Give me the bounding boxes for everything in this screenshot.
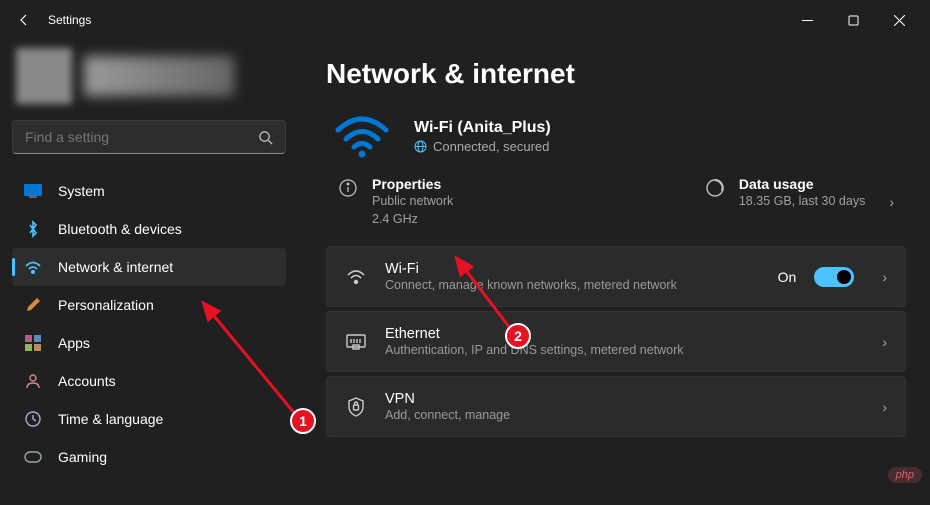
wifi-status-header: Wi-Fi (Anita_Plus) Connected, secured xyxy=(326,114,906,158)
wifi-name: Wi-Fi (Anita_Plus) xyxy=(414,119,551,137)
search-input[interactable] xyxy=(25,129,258,145)
sidebar-item-label: System xyxy=(58,183,105,199)
sidebar-item-accounts[interactable]: Accounts xyxy=(12,362,286,400)
sidebar-item-time[interactable]: Time & language xyxy=(12,400,286,438)
sidebar-item-personalization[interactable]: Personalization xyxy=(12,286,286,324)
back-arrow-icon xyxy=(16,12,32,28)
chevron-right-icon: › xyxy=(889,194,894,210)
page-title: Network & internet xyxy=(326,58,906,90)
sidebar-item-system[interactable]: System xyxy=(12,172,286,210)
sidebar-item-label: Network & internet xyxy=(58,259,173,275)
chevron-right-icon: › xyxy=(882,334,887,350)
watermark: php xyxy=(888,467,922,483)
user-name xyxy=(84,56,234,96)
data-usage-title: Data usage xyxy=(739,176,865,192)
wifi-toggle[interactable] xyxy=(814,267,854,287)
data-usage-icon xyxy=(705,178,725,198)
properties-band: 2.4 GHz xyxy=(372,210,453,228)
search-icon xyxy=(258,130,273,145)
ethernet-card-title: Ethernet xyxy=(385,326,854,342)
user-account-area[interactable] xyxy=(12,40,286,120)
ethernet-card-sub: Authentication, IP and DNS settings, met… xyxy=(385,343,854,357)
sidebar: System Bluetooth & devices Network & int… xyxy=(0,40,298,505)
vpn-card-sub: Add, connect, manage xyxy=(385,408,854,422)
close-button[interactable] xyxy=(876,4,922,36)
maximize-icon xyxy=(848,15,859,26)
avatar xyxy=(16,48,72,104)
sidebar-item-label: Accounts xyxy=(58,373,116,389)
properties-network-type: Public network xyxy=(372,192,453,210)
minimize-button[interactable] xyxy=(784,4,830,36)
wifi-card-title: Wi-Fi xyxy=(385,261,760,277)
data-usage-block[interactable]: Data usage 18.35 GB, last 30 days › xyxy=(705,176,894,228)
properties-title: Properties xyxy=(372,176,453,192)
wifi-card[interactable]: Wi-Fi Connect, manage known networks, me… xyxy=(326,246,906,307)
time-icon xyxy=(24,410,42,428)
sidebar-item-label: Apps xyxy=(58,335,90,351)
system-icon xyxy=(24,182,42,200)
chevron-right-icon: › xyxy=(882,269,887,285)
sidebar-item-label: Personalization xyxy=(58,297,154,313)
search-box[interactable] xyxy=(12,120,286,154)
chevron-right-icon: › xyxy=(882,399,887,415)
globe-icon xyxy=(414,140,427,153)
window-title: Settings xyxy=(48,13,91,27)
main: Network & internet Wi-Fi (Anita_Plus) Co… xyxy=(298,40,930,505)
network-icon xyxy=(24,258,42,276)
gaming-icon xyxy=(24,448,42,466)
minimize-icon xyxy=(802,15,813,26)
sidebar-item-gaming[interactable]: Gaming xyxy=(12,438,286,476)
sidebar-item-bluetooth[interactable]: Bluetooth & devices xyxy=(12,210,286,248)
data-usage-value: 18.35 GB, last 30 days xyxy=(739,192,865,210)
ethernet-icon xyxy=(345,331,367,353)
nav: System Bluetooth & devices Network & int… xyxy=(12,172,286,505)
maximize-button[interactable] xyxy=(830,4,876,36)
titlebar: Settings xyxy=(0,0,930,40)
sidebar-item-label: Time & language xyxy=(58,411,163,427)
window-controls xyxy=(784,4,922,36)
wifi-card-icon xyxy=(345,266,367,288)
back-button[interactable] xyxy=(8,4,40,36)
close-icon xyxy=(894,15,905,26)
wifi-connection-status: Connected, secured xyxy=(414,139,551,154)
apps-icon xyxy=(24,334,42,352)
sidebar-item-label: Gaming xyxy=(58,449,107,465)
wifi-toggle-label: On xyxy=(778,269,797,285)
sidebar-item-label: Bluetooth & devices xyxy=(58,221,182,237)
personalization-icon xyxy=(24,296,42,314)
vpn-card-title: VPN xyxy=(385,391,854,407)
sidebar-item-network[interactable]: Network & internet xyxy=(12,248,286,286)
ethernet-card[interactable]: Ethernet Authentication, IP and DNS sett… xyxy=(326,311,906,372)
wifi-icon xyxy=(334,114,390,158)
vpn-icon xyxy=(345,396,367,418)
bluetooth-icon xyxy=(24,220,42,238)
sidebar-item-apps[interactable]: Apps xyxy=(12,324,286,362)
accounts-icon xyxy=(24,372,42,390)
properties-block[interactable]: Properties Public network 2.4 GHz xyxy=(338,176,685,228)
wifi-card-sub: Connect, manage known networks, metered … xyxy=(385,278,760,292)
info-icon xyxy=(338,178,358,198)
info-row: Properties Public network 2.4 GHz Data u… xyxy=(326,176,906,246)
vpn-card[interactable]: VPN Add, connect, manage › xyxy=(326,376,906,437)
